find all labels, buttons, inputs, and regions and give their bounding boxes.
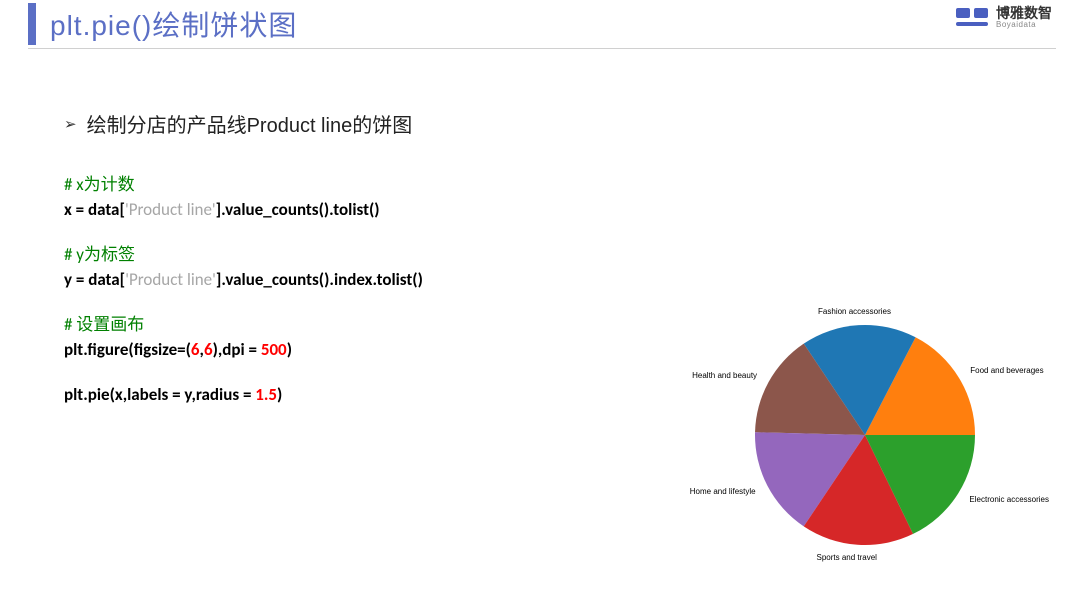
bullet-text: 绘制分店的产品线Product line的饼图 — [87, 109, 413, 138]
pie-label: Health and beauty — [692, 371, 757, 380]
code-line: y = data['Product line'].value_counts().… — [64, 269, 1080, 292]
logo-icon — [954, 6, 990, 30]
logo-text-cn: 博雅数智 — [996, 6, 1052, 21]
bullet-item: ➢ 绘制分店的产品线Product line的饼图 — [64, 109, 1080, 138]
code-comment: # y为标签 — [64, 244, 1080, 267]
chevron-icon: ➢ — [64, 115, 77, 133]
logo-text-en: Boyaidata — [996, 21, 1052, 30]
brand-logo: 博雅数智 Boyaidata — [954, 6, 1052, 30]
slide-header: plt.pie()绘制饼状图 博雅数智 Boyaidata — [0, 0, 1080, 48]
pie-label: Electronic accessories — [969, 495, 1049, 504]
pie-svg — [750, 320, 980, 550]
pie-label: Fashion accessories — [818, 307, 891, 316]
code-line: x = data['Product line'].value_counts().… — [64, 199, 1080, 222]
pie-label: Home and lifestyle — [690, 487, 756, 496]
slide-title: plt.pie()绘制饼状图 — [50, 4, 297, 44]
pie-label: Sports and travel — [816, 553, 876, 562]
code-comment: # x为计数 — [64, 174, 1080, 197]
pie-chart: Food and beverages Fashion accessories Hea… — [640, 300, 1060, 610]
accent-bar — [28, 3, 36, 45]
pie-label: Food and beverages — [970, 366, 1043, 375]
